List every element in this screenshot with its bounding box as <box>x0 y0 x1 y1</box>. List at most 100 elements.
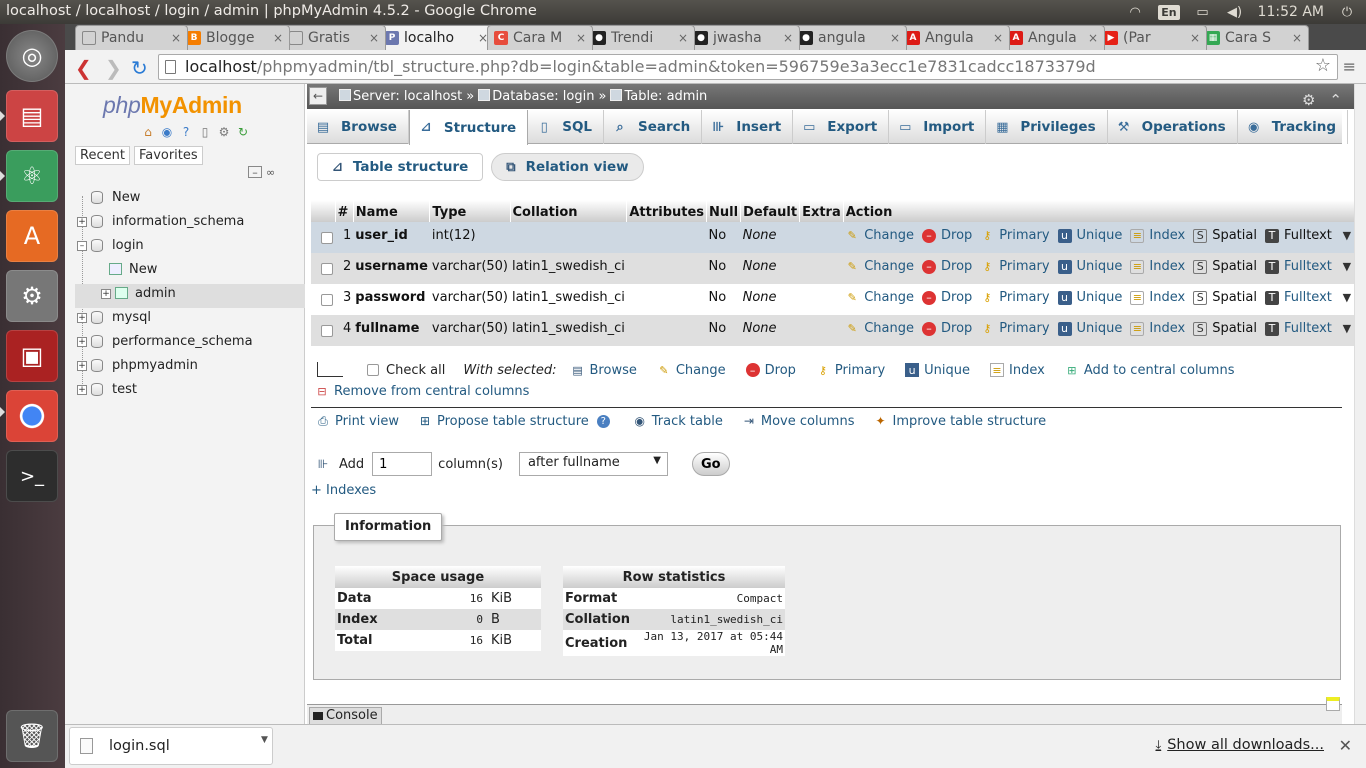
tree-item-phpmyadmin[interactable]: + phpmyadmin <box>75 356 305 380</box>
row-checkbox[interactable] <box>321 263 333 275</box>
change-action[interactable]: ✎ Change <box>845 259 914 274</box>
tab-close-icon[interactable]: × <box>171 31 181 45</box>
tree-item-information-schema[interactable]: + information_schema <box>75 212 305 236</box>
row-checkbox[interactable] <box>321 325 333 337</box>
relation-view-tab[interactable]: ⧉ Relation view <box>491 153 644 181</box>
software-center-icon[interactable]: A <box>6 210 58 262</box>
breadcrumb-server[interactable]: Server: localhost <box>339 84 462 109</box>
browser-tab[interactable]: C Cara M × <box>487 25 593 50</box>
spatial-action[interactable]: S Spatial <box>1193 259 1257 274</box>
ubuntu-dash-icon[interactable]: ◎ <box>6 30 58 82</box>
tab-insert[interactable]: ⊪ Insert <box>702 110 794 144</box>
browser-tab[interactable]: B Blogge × <box>180 25 290 50</box>
col-header[interactable]: Default <box>740 200 801 222</box>
tab-operations[interactable]: ⚒ Operations <box>1108 110 1238 144</box>
collapse-nav-icon[interactable]: ← <box>309 87 327 105</box>
index-action[interactable]: ≡ Index <box>1130 321 1185 336</box>
show-all-downloads-link[interactable]: ⤓ Show all downloads... <box>1155 737 1324 753</box>
change-action[interactable]: ✎ Change <box>845 290 914 305</box>
tab-close-icon[interactable]: × <box>890 31 900 45</box>
tab-close-icon[interactable]: × <box>1292 31 1302 45</box>
bulk-unique-button[interactable]: u Unique <box>905 363 970 378</box>
tree-item-test[interactable]: + test <box>75 380 305 404</box>
change-action[interactable]: ✎ Change <box>845 321 914 336</box>
recent-tab[interactable]: Recent <box>75 146 130 165</box>
indexes-toggle-link[interactable]: + Indexes <box>311 483 376 498</box>
browser-tab[interactable]: Gratis × <box>282 25 386 50</box>
fulltext-action[interactable]: T Fulltext <box>1264 321 1332 336</box>
spatial-action[interactable]: S Spatial <box>1193 228 1257 243</box>
cell-name[interactable]: fullname <box>353 315 430 346</box>
browser-tab[interactable]: A Angula × <box>899 25 1010 50</box>
index-action[interactable]: ≡ Index <box>1130 290 1185 305</box>
tab-tracking[interactable]: ◉ Tracking <box>1238 110 1349 144</box>
close-downloads-icon[interactable]: ✕ <box>1339 736 1352 755</box>
tab-close-icon[interactable]: × <box>273 31 283 45</box>
unique-action[interactable]: u Unique <box>1057 228 1122 243</box>
tab-close-icon[interactable]: × <box>1190 31 1200 45</box>
tree-item-admin[interactable]: + admin <box>75 284 305 308</box>
primary-action[interactable]: ⚷ Primary <box>980 290 1049 305</box>
tab-close-icon[interactable]: × <box>678 31 688 45</box>
download-item[interactable]: login.sql <box>69 727 273 765</box>
bulk-index-button[interactable]: ≡ Index <box>990 363 1045 378</box>
primary-action[interactable]: ⚷ Primary <box>980 228 1049 243</box>
collapse-all-icon[interactable]: – <box>248 166 262 179</box>
logout-icon[interactable]: ◉ <box>159 124 175 140</box>
col-header[interactable]: Extra <box>799 200 844 222</box>
column-count-input[interactable] <box>372 452 433 476</box>
propose-structure-link[interactable]: ⊞ Propose table structure? <box>417 413 614 429</box>
console-toggle-icon[interactable] <box>1326 697 1340 711</box>
bulk-change-button[interactable]: ✎ Change <box>657 363 725 378</box>
expand-icon[interactable]: + <box>77 313 87 323</box>
browser-tab[interactable]: Plocalho × <box>378 25 495 50</box>
cell-name[interactable]: password <box>353 284 430 315</box>
chrome-icon[interactable] <box>6 390 58 442</box>
tree-item-login[interactable]: – login <box>75 236 305 260</box>
col-header[interactable]: Type <box>429 200 511 222</box>
change-action[interactable]: ✎ Change <box>845 228 914 243</box>
cell-name[interactable]: user_id <box>353 222 430 253</box>
col-header[interactable]: Attributes <box>626 200 708 222</box>
index-action[interactable]: ≡ Index <box>1130 228 1185 243</box>
download-menu-caret-icon[interactable]: ▼ <box>261 735 268 745</box>
chrome-menu-icon[interactable]: ≡ <box>1343 57 1356 76</box>
check-all-checkbox[interactable] <box>367 364 379 376</box>
fulltext-action[interactable]: T Fulltext <box>1264 228 1332 243</box>
expand-icon[interactable]: + <box>77 385 87 395</box>
drop-action[interactable]: – Drop <box>922 228 972 243</box>
home-icon[interactable]: ⌂ <box>140 124 156 140</box>
fulltext-action[interactable]: T Fulltext <box>1264 259 1332 274</box>
tree-item-performance-schema[interactable]: + performance_schema <box>75 332 305 356</box>
terminal-icon[interactable]: >_ <box>6 450 58 502</box>
browser-tab[interactable]: ▶ (Par × <box>1097 25 1207 50</box>
drop-action[interactable]: – Drop <box>922 321 972 336</box>
tab-browse[interactable]: ▤ Browse <box>307 110 409 144</box>
browser-tab[interactable]: A Angula × <box>1002 25 1105 50</box>
row-checkbox[interactable] <box>321 232 333 244</box>
col-header[interactable]: Action <box>843 200 1366 222</box>
tab-sql[interactable]: ▯ SQL <box>528 110 605 144</box>
keyboard-language[interactable]: En <box>1158 4 1180 20</box>
wifi-icon[interactable]: ◠ <box>1126 5 1144 20</box>
tab-import[interactable]: ▭ Import <box>889 110 987 144</box>
drop-action[interactable]: – Drop <box>922 290 972 305</box>
col-header[interactable]: # <box>335 200 354 222</box>
row-checkbox[interactable] <box>321 294 333 306</box>
reload-icon[interactable]: ↻ <box>131 56 148 80</box>
phpmyadmin-logo[interactable]: phpMyAdmin <box>103 92 242 119</box>
col-header[interactable]: Null <box>706 200 742 222</box>
terminal-server-icon[interactable]: ▣ <box>6 330 58 382</box>
breadcrumb-database[interactable]: Database: login <box>478 84 594 109</box>
address-bar[interactable]: localhost/phpmyadmin/tbl_structure.php?d… <box>158 54 1338 80</box>
clock[interactable]: 11:52 AM <box>1258 4 1324 20</box>
unique-action[interactable]: u Unique <box>1057 290 1122 305</box>
tab-export[interactable]: ▭ Export <box>793 110 890 144</box>
expand-icon[interactable]: + <box>77 361 87 371</box>
spatial-action[interactable]: S Spatial <box>1193 290 1257 305</box>
files-icon[interactable]: ▤ <box>6 90 58 142</box>
browser-tab[interactable]: ● Trendi × <box>585 25 695 50</box>
tree-item-new[interactable]: New <box>75 188 305 212</box>
main-scrollbar[interactable] <box>1354 84 1366 724</box>
print-view-link[interactable]: ⎙ Print view <box>315 413 399 429</box>
